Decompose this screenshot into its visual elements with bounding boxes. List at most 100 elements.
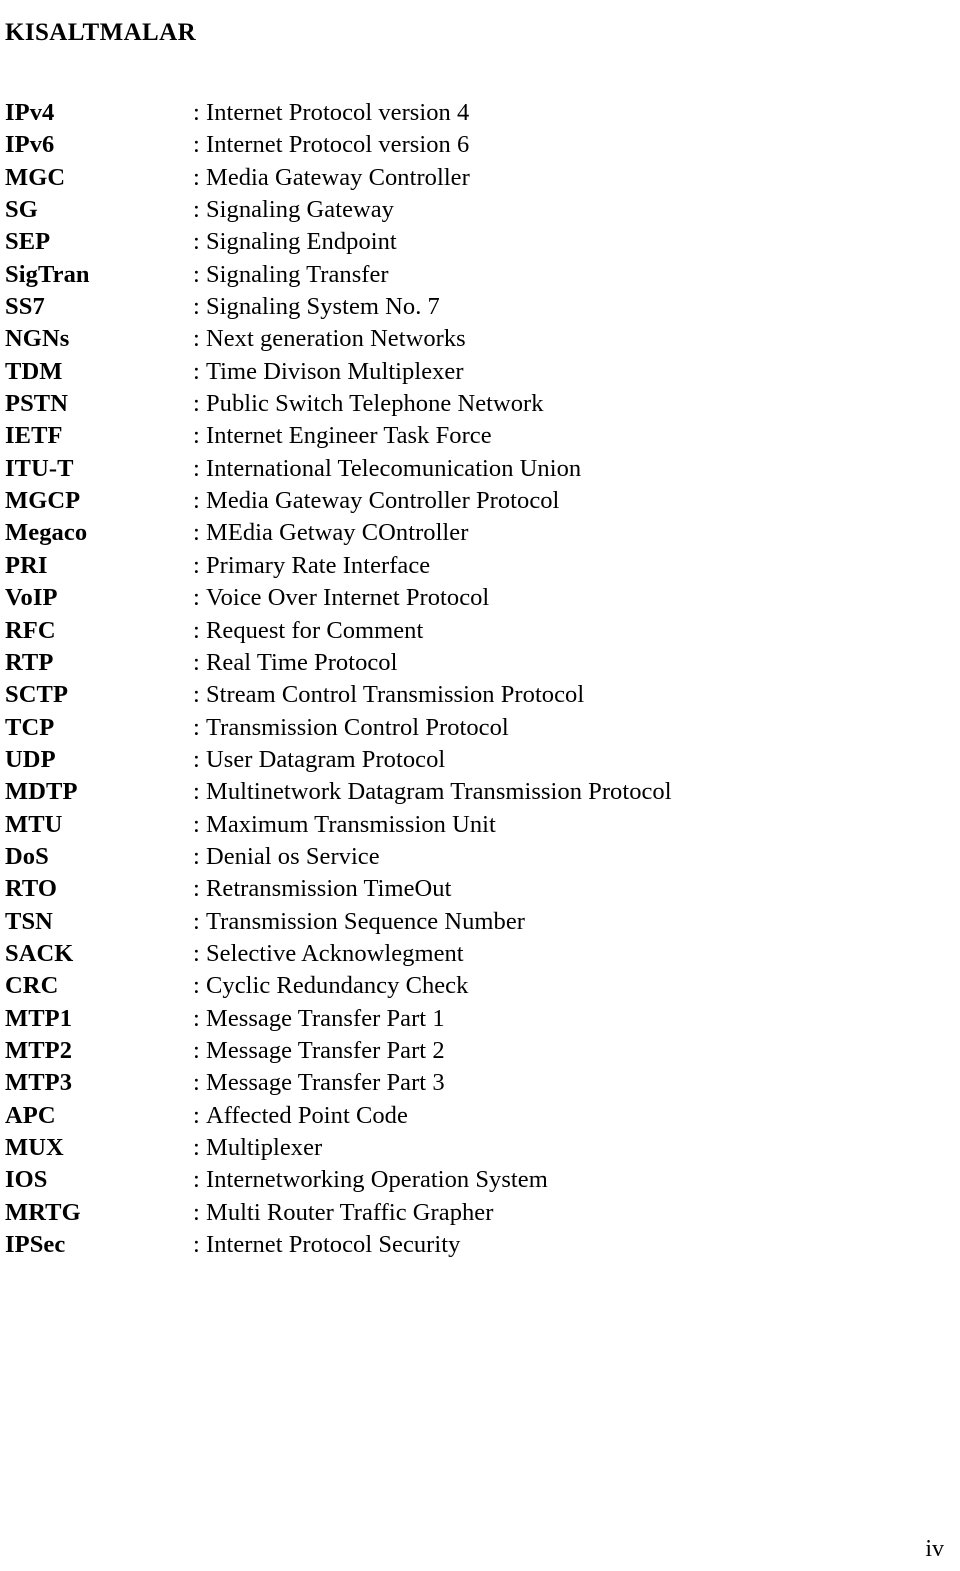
abbreviation-definition: Affected Point Code (206, 1101, 408, 1129)
abbreviation-definition: Selective Acknowlegment (206, 939, 464, 967)
abbreviation-separator: : (193, 713, 200, 741)
abbreviation-separator: : (193, 228, 200, 256)
abbreviation-row: RTP: Real Time Protocol (5, 647, 955, 679)
abbreviation-term: CRC (5, 972, 59, 1000)
abbreviation-definition: Public Switch Telephone Network (206, 390, 544, 418)
page-title: KISALTMALAR (5, 18, 197, 46)
abbreviation-row: MTP1: Message Transfer Part 1 (5, 1003, 955, 1035)
abbreviation-separator: : (193, 842, 200, 870)
abbreviation-separator: : (193, 972, 200, 1000)
abbreviation-separator: : (193, 1036, 200, 1064)
abbreviation-separator: : (193, 1069, 200, 1097)
abbreviation-row: NGNs: Next generation Networks (5, 323, 955, 355)
abbreviation-separator: : (193, 1004, 200, 1032)
abbreviation-term: SigTran (5, 260, 90, 288)
abbreviation-row: IPSec: Internet Protocol Security (5, 1229, 955, 1261)
abbreviation-term: MTP1 (5, 1004, 73, 1032)
abbreviation-row: MDTP: Multinetwork Datagram Transmission … (5, 776, 955, 808)
abbreviation-row: SG: Signaling Gateway (5, 194, 955, 226)
abbreviation-definition: Time Divison Multiplexer (206, 357, 464, 385)
abbreviation-row: UDP: User Datagram Protocol (5, 744, 955, 776)
abbreviation-definition: Stream Control Transmission Protocol (206, 681, 585, 709)
abbreviation-definition: Multiplexer (206, 1134, 323, 1161)
document-page: KISALTMALAR IPv4: Internet Protocol versi… (0, 0, 960, 1571)
abbreviation-definition: User Datagram Protocol (206, 745, 446, 773)
abbreviation-separator: : (193, 1231, 200, 1259)
abbreviation-row: Megaco: MEdia Getway COntroller (5, 517, 955, 549)
abbreviation-separator: : (193, 584, 200, 612)
abbreviation-definition: Message Transfer Part 3 (206, 1069, 445, 1097)
abbreviation-row: IETF: Internet Engineer Task Force (5, 420, 955, 452)
abbreviation-separator: : (193, 939, 200, 967)
abbreviation-separator: : (193, 293, 200, 321)
abbreviation-separator: : (193, 99, 200, 126)
abbreviation-definition: Signaling Gateway (206, 196, 394, 224)
abbreviation-separator: : (193, 551, 200, 579)
abbreviation-definition: Multinetwork Datagram Transmission Proto… (206, 778, 672, 806)
abbreviation-row: ITU-T: International Telecomunication Uni… (5, 453, 955, 485)
abbreviation-definition: Internet Protocol Security (206, 1231, 461, 1259)
abbreviation-row: APC: Affected Point Code (5, 1100, 955, 1132)
abbreviation-definition: Next generation Networks (206, 325, 466, 353)
abbreviation-separator: : (193, 454, 200, 482)
abbreviation-definition: Message Transfer Part 2 (206, 1036, 445, 1064)
abbreviation-definition: Denial os Service (206, 842, 380, 870)
abbreviation-separator: : (193, 907, 200, 935)
abbreviation-row: SigTran: Signaling Transfer (5, 259, 955, 291)
abbreviation-separator: : (193, 357, 200, 385)
abbreviation-term: IPSec (5, 1231, 66, 1259)
abbreviation-row: TSN: Transmission Sequence Number (5, 906, 955, 938)
abbreviation-row: RTO: Retransmission TimeOut (5, 873, 955, 905)
abbreviation-term: SCTP (5, 681, 69, 709)
abbreviation-row: SS7: Signaling System No. 7 (5, 291, 955, 323)
abbreviation-term: MTU (5, 810, 63, 838)
abbreviation-term: RFC (5, 616, 56, 644)
abbreviation-row: IPv4: Internet Protocol version 4 (5, 97, 955, 129)
abbreviation-separator: : (193, 1101, 200, 1129)
abbreviation-term: IETF (5, 422, 63, 450)
abbreviation-row: IPv6: Internet Protocol version 6 (5, 129, 955, 161)
abbreviation-term: MGC (5, 163, 66, 191)
abbreviation-term: TCP (5, 713, 55, 741)
abbreviation-separator: : (193, 196, 200, 224)
abbreviation-separator: : (193, 745, 200, 773)
abbreviation-term: PSTN (5, 390, 69, 418)
abbreviation-term: NGNs (5, 325, 70, 353)
abbreviation-separator: : (193, 681, 200, 709)
abbreviation-definition: Primary Rate Interface (206, 551, 431, 579)
abbreviation-row: MTP2: Message Transfer Part 2 (5, 1035, 955, 1067)
abbreviation-term: RTP (5, 648, 54, 676)
abbreviation-row: IOS: Internetworking Operation System (5, 1164, 955, 1196)
abbreviation-term: SACK (5, 939, 74, 967)
abbreviations-list: IPv4: Internet Protocol version 4 IPv6: Int… (5, 97, 955, 1261)
abbreviation-term: MGCP (5, 487, 81, 515)
abbreviation-row: MGCP: Media Gateway Controller Protocol (5, 485, 955, 517)
abbreviation-row: MTU: Maximum Transmission Unit (5, 809, 955, 841)
abbreviation-definition: Message Transfer Part 1 (206, 1004, 445, 1032)
abbreviation-term: SG (5, 196, 38, 224)
abbreviation-definition: Internet Protocol version 4 (206, 99, 470, 126)
abbreviation-separator: : (193, 422, 200, 450)
abbreviation-term: DoS (5, 842, 49, 870)
abbreviation-definition: Transmission Sequence Number (206, 907, 525, 935)
abbreviation-row: SCTP: Stream Control Transmission Protoco… (5, 679, 955, 711)
abbreviation-row: PSTN: Public Switch Telephone Network (5, 388, 955, 420)
abbreviation-term: IPv6 (5, 131, 55, 159)
abbreviation-definition: Retransmission TimeOut (206, 875, 452, 903)
abbreviation-term: SEP (5, 228, 51, 256)
abbreviation-term: MTP3 (5, 1069, 73, 1097)
abbreviation-definition: Signaling Endpoint (206, 228, 397, 256)
abbreviation-row: MUX: Multiplexer (5, 1132, 955, 1164)
abbreviation-separator: : (193, 487, 200, 515)
abbreviation-row: SACK: Selective Acknowlegment (5, 938, 955, 970)
abbreviation-term: VoIP (5, 584, 58, 612)
abbreviation-separator: : (193, 260, 200, 288)
abbreviation-term: MDTP (5, 778, 78, 806)
abbreviation-term: MRTG (5, 1198, 81, 1226)
abbreviation-separator: : (193, 1134, 200, 1161)
abbreviation-separator: : (193, 325, 200, 353)
abbreviation-separator: : (193, 1166, 200, 1194)
abbreviation-term: Megaco (5, 519, 88, 547)
abbreviation-term: APC (5, 1101, 56, 1129)
abbreviation-term: MTP2 (5, 1036, 73, 1064)
